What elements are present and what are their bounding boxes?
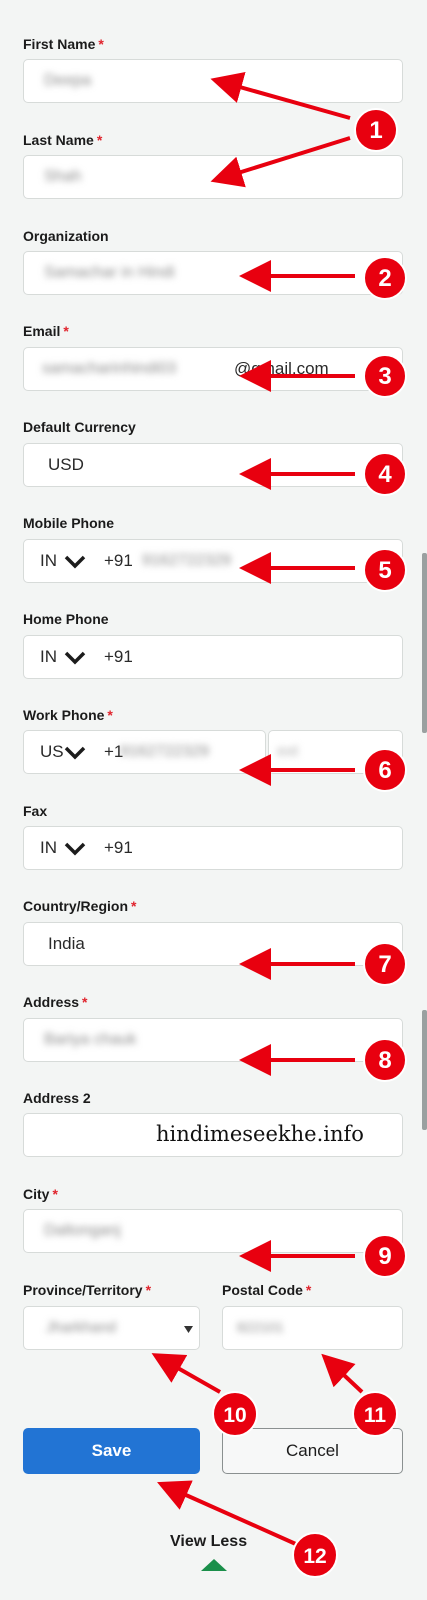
currency-value: USD [48, 455, 84, 474]
first-name-value: Deepa [44, 72, 92, 89]
svg-text:12: 12 [303, 1545, 326, 1568]
mobile-country-code[interactable]: IN [40, 551, 57, 571]
chevron-down-icon[interactable] [64, 746, 86, 760]
ext-placeholder: ext [277, 743, 299, 760]
svg-text:11: 11 [364, 1404, 387, 1427]
organization-value: Samachar in Hindi [44, 264, 175, 281]
province-select[interactable]: Jharkhand [23, 1306, 200, 1350]
address-input[interactable]: Bariya chauk [23, 1018, 403, 1062]
country-select[interactable]: India [23, 922, 403, 966]
watermark-text: hindimeseekhe.info [156, 1122, 364, 1146]
email-value-domain: @gmail.com [234, 359, 329, 378]
currency-select[interactable]: USD [23, 443, 403, 487]
mobile-number: 9162722329 [142, 552, 231, 569]
chevron-down-icon[interactable] [64, 842, 86, 856]
annotation-arrow-10 [151, 1353, 221, 1394]
work-country-code[interactable]: US [40, 742, 64, 762]
first-name-label: First Name * [23, 36, 104, 52]
home-phone-label: Home Phone [23, 611, 109, 627]
mobile-dial-prefix: +91 [104, 551, 133, 570]
cancel-button[interactable]: Cancel [222, 1428, 403, 1474]
first-name-input[interactable]: Deepa [23, 59, 403, 103]
work-phone-ext-input[interactable]: ext [268, 730, 403, 774]
work-phone-label: Work Phone * [23, 707, 113, 723]
work-phone-field[interactable]: US +1 9162722329 [23, 730, 266, 774]
province-label: Province/Territory * [23, 1282, 152, 1298]
mobile-phone-label: Mobile Phone [23, 515, 114, 531]
postal-code-input[interactable]: 822101 [222, 1306, 403, 1350]
svg-text:1: 1 [369, 117, 382, 144]
city-input[interactable]: Daltonganj [23, 1209, 403, 1253]
organization-label: Organization [23, 228, 109, 244]
postal-code-label: Postal Code * [222, 1282, 312, 1298]
fax-dial-prefix: +91 [104, 838, 133, 857]
view-less-link[interactable]: View Less [170, 1533, 247, 1551]
home-phone-field[interactable]: IN +91 [23, 635, 403, 679]
city-value: Daltonganj [44, 1222, 121, 1239]
mobile-phone-field[interactable]: IN +91 9162722329 [23, 539, 403, 583]
fax-label: Fax [23, 803, 48, 819]
organization-input[interactable]: Samachar in Hindi [23, 251, 403, 295]
annotation-arrow-11 [321, 1353, 364, 1394]
last-name-label: Last Name * [23, 132, 103, 148]
annotation-badge-12: 12 [292, 1532, 338, 1578]
scrollbar-thumb[interactable] [422, 553, 427, 733]
country-label: Country/Region * [23, 898, 137, 914]
address2-input[interactable]: hindimeseekhe.info [23, 1113, 403, 1157]
city-label: City * [23, 1186, 58, 1202]
province-value: Jharkhand [46, 1319, 117, 1336]
fax-field[interactable]: IN +91 [23, 826, 403, 870]
postal-code-value: 822101 [237, 1319, 284, 1335]
chevron-down-icon[interactable] [64, 651, 86, 665]
scrollbar-thumb-2[interactable] [422, 1010, 427, 1130]
home-dial-prefix: +91 [104, 647, 133, 666]
caret-down-icon [184, 1326, 193, 1333]
email-label: Email * [23, 323, 69, 339]
currency-label: Default Currency [23, 419, 136, 435]
chevron-down-icon[interactable] [64, 555, 86, 569]
address2-label: Address 2 [23, 1090, 91, 1106]
address-value: Bariya chauk [44, 1031, 137, 1048]
country-value: India [48, 934, 85, 953]
last-name-value: Shah [44, 168, 82, 185]
work-number: 9162722329 [120, 743, 209, 760]
save-button[interactable]: Save [23, 1428, 200, 1474]
email-input[interactable]: samacharinhindi03 @gmail.com [23, 347, 403, 391]
svg-text:10: 10 [223, 1404, 246, 1427]
email-value-hidden: samacharinhindi03 [42, 360, 177, 377]
fax-country-code[interactable]: IN [40, 838, 57, 858]
caret-up-icon[interactable] [201, 1559, 227, 1571]
annotation-badge-1: 1 [354, 108, 398, 152]
last-name-input[interactable]: Shah [23, 155, 403, 199]
home-country-code[interactable]: IN [40, 647, 57, 667]
address-label: Address * [23, 994, 88, 1010]
